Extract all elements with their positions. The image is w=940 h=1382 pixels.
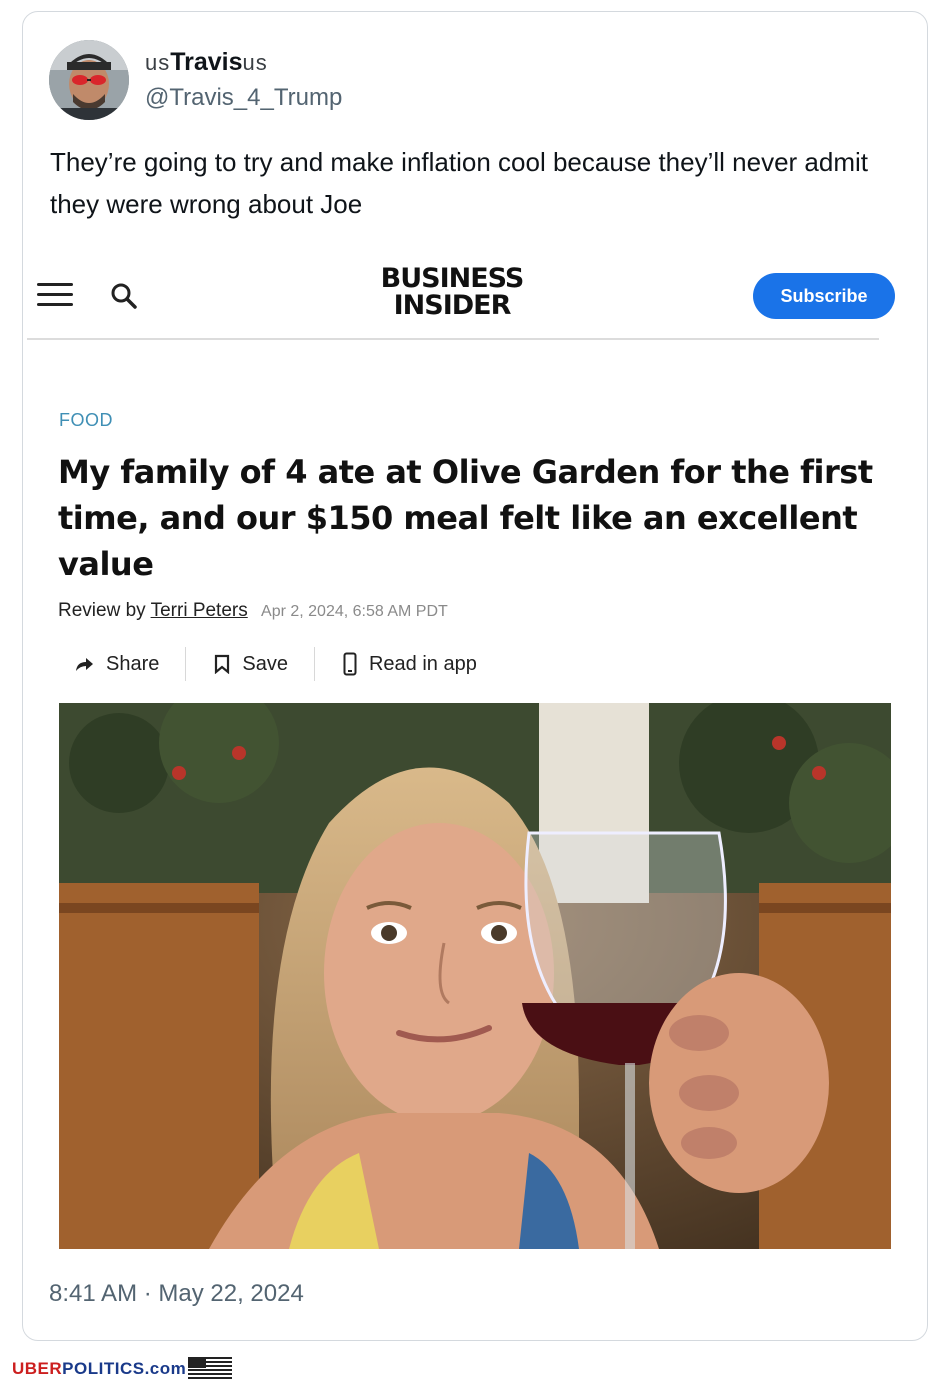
share-action: Share (58, 642, 185, 686)
phone-icon (343, 652, 357, 676)
save-action: Save (198, 642, 314, 686)
uberpolitics-watermark[interactable]: UBERPOLITICS.com (12, 1359, 186, 1379)
article-actions: Share Save Read in app (58, 642, 503, 686)
article-photo (59, 703, 891, 1249)
name-main: Travis (170, 48, 243, 76)
user-handle[interactable]: @Travis_4_Trump (145, 84, 342, 112)
section-label: FOOD (59, 410, 113, 430)
business-insider-logo: BUSINESS INSIDER (380, 263, 525, 321)
display-name[interactable]: usTravisus (145, 48, 268, 77)
avatar[interactable] (49, 40, 129, 120)
us-flag-icon (188, 1357, 232, 1379)
subscribe-button: Subscribe (753, 273, 895, 319)
article-date: Apr 2, 2024, 6:58 AM PDT (261, 603, 448, 620)
tweet-timestamp[interactable]: 8:41 AM · May 22, 2024 (49, 1280, 304, 1308)
bi-header: BUSINESS INSIDER Subscribe (27, 245, 895, 340)
bookmark-icon (215, 654, 230, 674)
tweet-text: They’re going to try and make inflation … (50, 147, 868, 219)
article-headline: My family of 4 ate at Olive Garden for t… (58, 453, 873, 583)
name-prefix: us (145, 50, 171, 75)
read-in-app-action: Read in app (327, 642, 503, 686)
hamburger-menu-icon (37, 283, 73, 309)
name-suffix: us (242, 50, 268, 75)
share-arrow-icon (76, 658, 93, 671)
author-name: Terri Peters (150, 600, 248, 621)
article-byline: Review by Terri Peters Apr 2, 2024, 6:58… (58, 600, 448, 621)
search-icon (109, 281, 139, 311)
